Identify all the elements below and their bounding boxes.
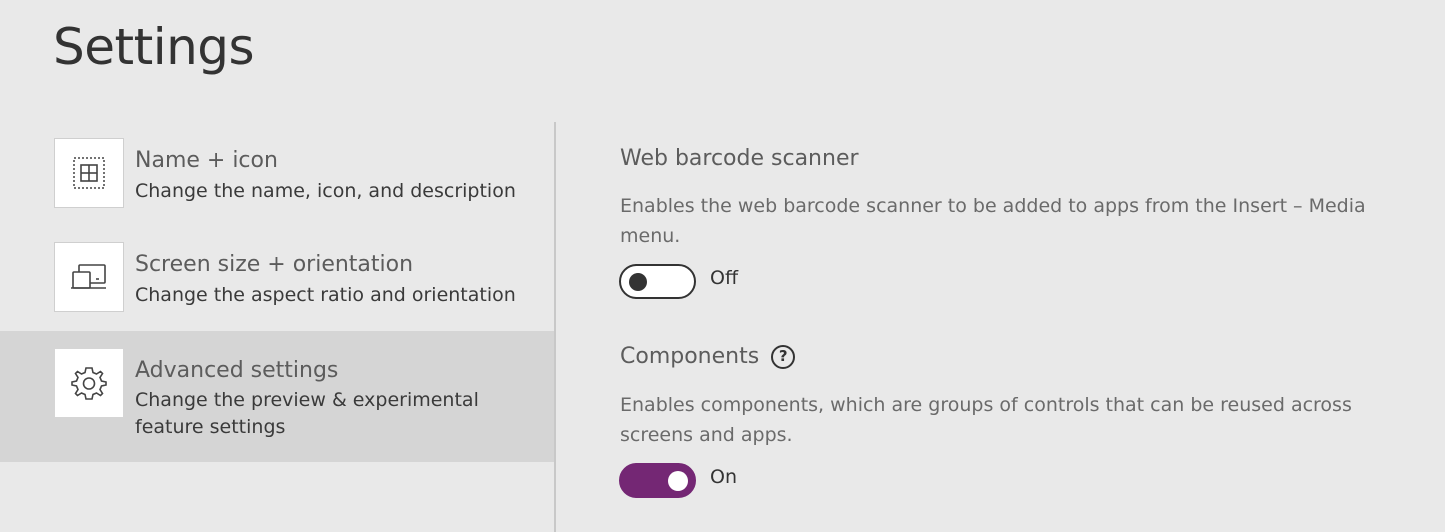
toggle-knob: [629, 273, 647, 291]
toggle-knob: [668, 471, 688, 491]
app-tile-icon: [54, 138, 124, 208]
nav-divider: [554, 122, 556, 532]
setting-description: Enables the web barcode scanner to be ad…: [620, 195, 1366, 247]
devices-icon: [54, 242, 124, 312]
nav-item-label: Advanced settings: [135, 358, 339, 383]
components-toggle[interactable]: [619, 463, 696, 498]
nav-item-screen-size[interactable]: Screen size + orientation Change the asp…: [0, 242, 554, 314]
question-circle-icon[interactable]: ?: [771, 344, 796, 369]
settings-page: Settings Name + icon Change the name, ic…: [0, 0, 1445, 532]
setting-title-text: Components: [620, 344, 760, 369]
web-barcode-toggle[interactable]: [619, 264, 696, 299]
nav-item-description: Change the preview & experimental featur…: [135, 389, 479, 438]
nav-item-advanced-settings[interactable]: Advanced settings Change the preview & e…: [0, 331, 554, 462]
nav-item-description: Change the name, icon, and description: [135, 180, 516, 202]
nav-item-label: Screen size + orientation: [135, 252, 414, 277]
setting-components: Components ?: [620, 344, 796, 369]
page-title: Settings: [53, 18, 255, 76]
nav-item-description: Change the aspect ratio and orientation: [135, 284, 516, 306]
nav-item-label: Name + icon: [135, 148, 278, 173]
toggle-state-label: On: [710, 466, 737, 488]
setting-title: Web barcode scanner: [620, 146, 859, 171]
gear-icon: [54, 348, 124, 418]
toggle-state-label: Off: [710, 267, 739, 289]
nav-item-name-icon[interactable]: Name + icon Change the name, icon, and d…: [0, 138, 554, 210]
setting-title-text: Web barcode scanner: [620, 146, 859, 171]
setting-title: Components ?: [620, 344, 796, 369]
setting-description: Enables components, which are groups of …: [620, 394, 1352, 446]
setting-web-barcode-scanner: Web barcode scanner: [620, 146, 859, 171]
